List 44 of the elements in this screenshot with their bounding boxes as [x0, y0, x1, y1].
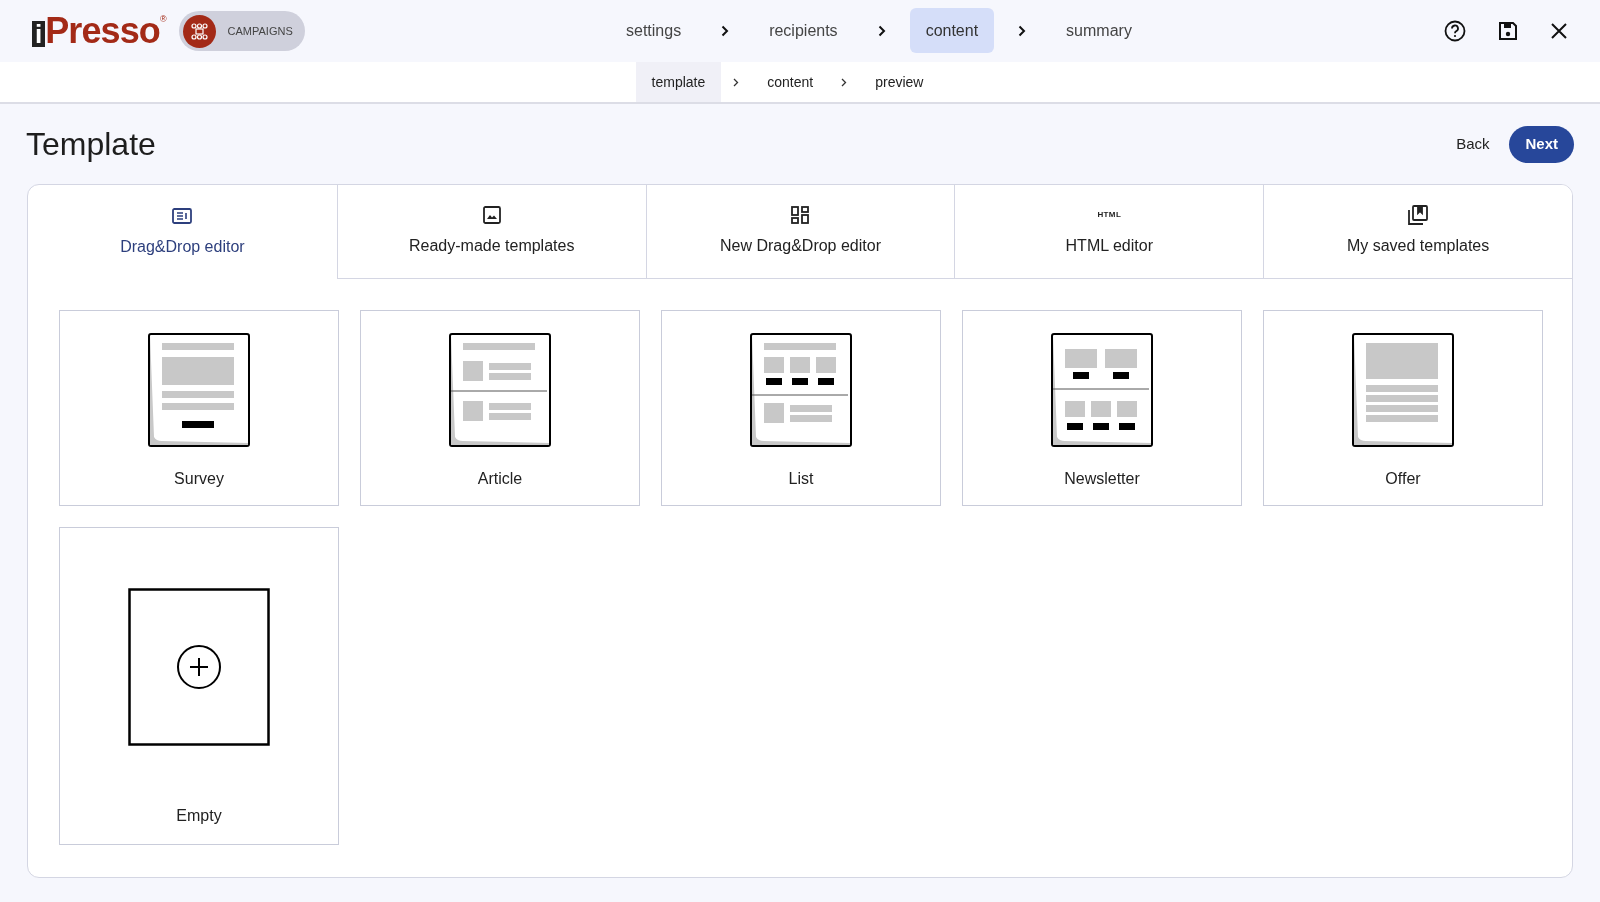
chevron-icon — [733, 77, 740, 87]
chevron-icon — [721, 24, 730, 37]
editor-tab[interactable]: HTML HTML editor — [954, 185, 1264, 279]
chevron-icon — [1018, 24, 1027, 37]
chevron-icon — [841, 77, 848, 87]
template-card[interactable]: Offer — [1263, 310, 1543, 506]
template-thumbnail-icon — [1051, 333, 1153, 447]
template-card[interactable]: Article — [360, 310, 640, 506]
step-tab[interactable]: summary — [1050, 8, 1148, 53]
page-title: Template — [26, 125, 156, 164]
editor-tab[interactable]: My saved templates — [1263, 185, 1572, 279]
substep-tab[interactable]: template — [635, 62, 722, 102]
editor-tab[interactable]: Drag&Drop editor — [28, 185, 337, 279]
network-icon — [182, 14, 216, 48]
step-tab[interactable]: settings — [610, 8, 698, 53]
editor-tab[interactable]: New Drag&Drop editor — [645, 185, 955, 279]
save-icon[interactable] — [1498, 21, 1518, 41]
substep-tab[interactable]: content — [751, 62, 830, 102]
template-card[interactable]: Survey — [59, 310, 339, 506]
help-icon[interactable] — [1444, 20, 1466, 42]
chevron-icon — [877, 24, 886, 37]
template-thumbnail-icon — [1352, 333, 1454, 447]
step-tab[interactable]: recipients — [753, 8, 854, 53]
html-icon: HTML — [1097, 211, 1122, 219]
template-card[interactable]: Newsletter — [962, 310, 1242, 506]
template-card[interactable]: Empty — [59, 527, 339, 845]
add-page-icon — [128, 588, 270, 746]
campaigns-badge[interactable]: CAMPAIGNS — [178, 11, 305, 51]
template-thumbnail-icon — [750, 333, 852, 447]
template-card[interactable]: List — [661, 310, 941, 506]
bookmark-stack-icon — [1408, 205, 1429, 225]
editor-tab[interactable]: Ready-made templates — [336, 185, 646, 279]
next-button[interactable]: Next — [1509, 125, 1574, 163]
template-thumbnail-icon — [148, 333, 250, 447]
image-icon — [482, 206, 501, 224]
step-tab[interactable]: content — [909, 8, 995, 53]
back-button[interactable]: Back — [1444, 124, 1502, 164]
substep-tab[interactable]: preview — [859, 62, 940, 102]
close-icon[interactable] — [1550, 22, 1568, 40]
dashboard-icon — [791, 206, 810, 224]
editor-icon — [172, 207, 193, 224]
logo: i Presso® — [32, 13, 167, 49]
template-thumbnail-icon — [449, 333, 551, 447]
module-label: CAMPAIGNS — [227, 23, 293, 39]
